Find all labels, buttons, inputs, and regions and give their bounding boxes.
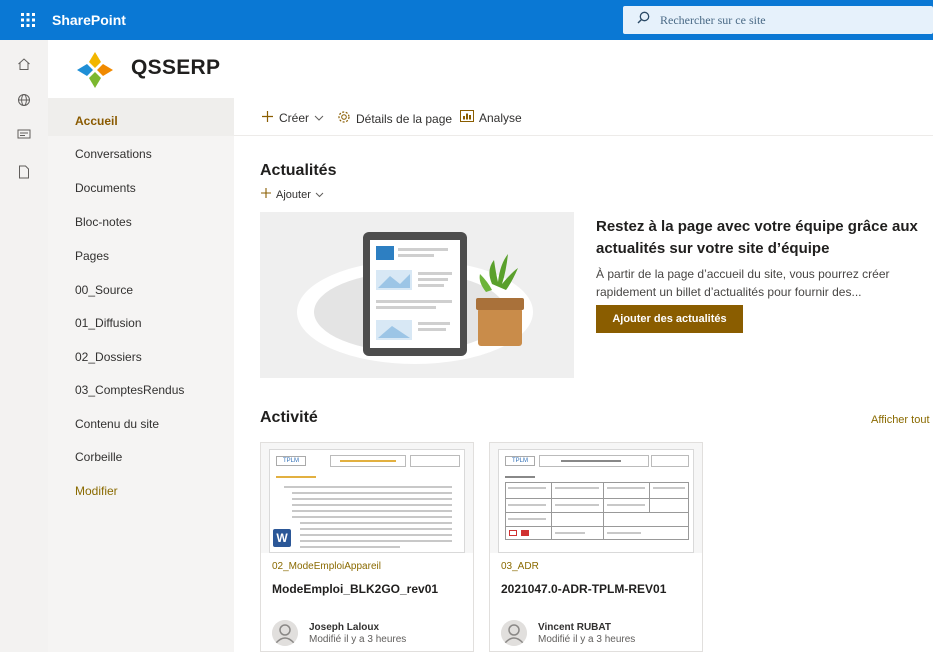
card-title[interactable]: ModeEmploi_BLK2GO_rev01 bbox=[272, 582, 438, 596]
news-promo-title: Restez à la page avec votre équipe grâce… bbox=[596, 218, 918, 257]
card-author: Joseph Laloux bbox=[309, 622, 380, 633]
card-folder[interactable]: 02_ModeEmploiAppareil bbox=[272, 561, 381, 572]
site-title[interactable]: QSSERP bbox=[131, 56, 220, 80]
add-news-button[interactable]: Ajouter bbox=[260, 187, 324, 202]
nav-item-bloc-notes[interactable]: Bloc-notes bbox=[75, 215, 132, 229]
card-author: Vincent RUBAT bbox=[538, 622, 611, 633]
news-illustration bbox=[260, 212, 574, 378]
nav-item-accueil[interactable]: Accueil bbox=[75, 114, 118, 128]
search-icon bbox=[637, 11, 650, 29]
card-modified: Modifié il y a 3 heures bbox=[538, 634, 636, 645]
nav-item-02-dossiers[interactable]: 02_Dossiers bbox=[75, 350, 142, 364]
nav-item-00-source[interactable]: 00_Source bbox=[75, 283, 133, 297]
nav-item-recycle-bin[interactable]: Corbeille bbox=[75, 450, 122, 464]
word-icon: W bbox=[273, 529, 291, 547]
document-thumbnail: TPLM bbox=[490, 443, 702, 553]
create-label: Créer bbox=[279, 111, 310, 125]
nav-item-documents[interactable]: Documents bbox=[75, 181, 136, 195]
app-name[interactable]: SharePoint bbox=[52, 0, 126, 40]
avatar bbox=[501, 620, 527, 646]
news-promo-text: À partir de la page d’accueil du site, v… bbox=[596, 267, 890, 299]
search-placeholder: Rechercher sur ce site bbox=[660, 12, 766, 27]
suite-bar: SharePoint Rechercher sur ce site bbox=[0, 0, 933, 40]
nav-item-pages[interactable]: Pages bbox=[75, 249, 109, 263]
nav-edit-link[interactable]: Modifier bbox=[75, 484, 118, 498]
app-bar bbox=[0, 40, 48, 652]
globe-icon[interactable] bbox=[14, 90, 34, 110]
page-icon[interactable] bbox=[14, 162, 34, 182]
avatar bbox=[272, 620, 298, 646]
card-folder[interactable]: 03_ADR bbox=[501, 561, 539, 572]
document-thumbnail: TPLM W bbox=[261, 443, 473, 553]
card-modified: Modifié il y a 3 heures bbox=[309, 634, 407, 645]
nav-item-conversations[interactable]: Conversations bbox=[75, 147, 152, 161]
activity-card[interactable]: TPLM 03_ADR 2021047.0-ADR-TPLM-REV01 Vin… bbox=[489, 442, 703, 652]
page-details-button[interactable]: Détails de la page bbox=[337, 110, 452, 127]
document-preview: TPLM bbox=[498, 449, 694, 553]
app-launcher-icon[interactable] bbox=[10, 0, 46, 40]
nav-item-03-comptesrendus[interactable]: 03_ComptesRendus bbox=[75, 383, 184, 397]
command-bar: Créer Détails de la page Analyse bbox=[234, 98, 933, 136]
home-icon[interactable] bbox=[14, 54, 34, 74]
analytics-label: Analyse bbox=[479, 110, 522, 125]
gear-icon bbox=[337, 110, 351, 127]
chevron-down-icon bbox=[315, 189, 324, 201]
card-title[interactable]: 2021047.0-ADR-TPLM-REV01 bbox=[501, 582, 666, 596]
nav-item-site-contents[interactable]: Contenu du site bbox=[75, 417, 159, 431]
site-logo[interactable] bbox=[75, 50, 115, 90]
analytics-button[interactable]: Analyse bbox=[460, 110, 522, 125]
news-heading: Actualités bbox=[260, 162, 337, 179]
plus-icon bbox=[261, 110, 274, 126]
show-all-link[interactable]: Afficher tout bbox=[871, 414, 930, 426]
news-icon[interactable] bbox=[14, 124, 34, 144]
page-details-label: Détails de la page bbox=[356, 111, 453, 126]
add-news-label: Ajouter bbox=[276, 188, 311, 201]
search-box[interactable]: Rechercher sur ce site bbox=[623, 6, 933, 34]
chevron-down-icon bbox=[314, 111, 324, 125]
create-button[interactable]: Créer bbox=[261, 110, 324, 126]
activity-card[interactable]: TPLM W 02_ModeEmploiAppareil ModeEmploi_… bbox=[260, 442, 474, 652]
add-news-cta-button[interactable]: Ajouter des actualités bbox=[596, 305, 743, 333]
plus-icon bbox=[260, 187, 272, 202]
document-preview: TPLM bbox=[269, 449, 465, 553]
analytics-icon bbox=[460, 110, 474, 125]
activity-heading: Activité bbox=[260, 409, 318, 426]
nav-item-01-diffusion[interactable]: 01_Diffusion bbox=[75, 316, 142, 330]
